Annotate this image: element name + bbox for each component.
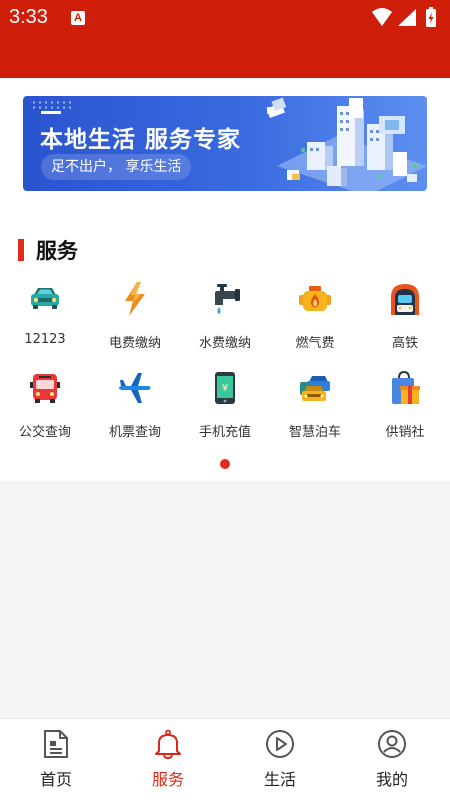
- section-accent-bar: [18, 239, 24, 261]
- service-gas[interactable]: 燃气费: [270, 281, 360, 361]
- signal-icon: [398, 9, 416, 26]
- banner-title: 本地生活 服务专家: [40, 127, 242, 153]
- car-icon: [31, 288, 59, 309]
- bell-icon: [155, 729, 181, 759]
- high-speed-train-icon: [391, 284, 419, 315]
- wifi-icon: [372, 8, 392, 26]
- service-label: 电费缴纳: [108, 336, 161, 351]
- bottom-tab-bar: 首页 服务 生活 我的: [0, 718, 450, 800]
- tab-life[interactable]: 生活: [224, 719, 336, 800]
- service-smart-parking[interactable]: 智慧泊车: [270, 370, 360, 450]
- system-status-icons: [372, 7, 436, 27]
- tab-home[interactable]: 首页: [0, 719, 112, 800]
- promo-banner[interactable]: 本地生活 服务专家 足不出户， 享乐生活: [23, 96, 427, 191]
- battery-charging-icon: [426, 7, 436, 27]
- tab-mine[interactable]: 我的: [336, 719, 448, 800]
- water-tap-icon: [215, 284, 240, 314]
- notification-a-icon: A: [71, 11, 85, 25]
- service-electricity[interactable]: 电费缴纳: [90, 281, 180, 361]
- smart-city-illustration: [267, 97, 427, 191]
- service-flight-query[interactable]: 机票查询: [90, 370, 180, 450]
- airplane-icon: [119, 373, 151, 403]
- tab-label: 生活: [263, 770, 296, 789]
- service-bus-query[interactable]: 公交查询: [0, 370, 90, 450]
- service-label: 高铁: [391, 336, 418, 351]
- service-label: 智慧泊车: [288, 425, 341, 440]
- services-page: 本地生活 服务专家 足不出户， 享乐生活 服务 12123 电费缴纳 水费缴纳 …: [0, 78, 450, 481]
- banner-dot-pattern: [31, 100, 71, 110]
- tab-label: 我的: [375, 770, 408, 789]
- shopping-gift-icon: [392, 370, 420, 404]
- banner-title-dash: [41, 111, 61, 114]
- status-bar: 3:33 A: [0, 0, 450, 78]
- service-label: 供销社: [385, 425, 425, 440]
- parking-cars-icon: [300, 376, 330, 401]
- service-label: 手机充值: [198, 425, 251, 440]
- user-circle-icon: [378, 730, 406, 758]
- section-title: 服务: [36, 239, 78, 263]
- phone-recharge-icon: ¥: [215, 372, 235, 404]
- service-label: 燃气费: [295, 336, 335, 351]
- service-12123[interactable]: 12123: [0, 281, 90, 361]
- service-high-speed-rail[interactable]: 高铁: [360, 281, 450, 361]
- svg-text:¥: ¥: [222, 383, 228, 394]
- tab-services[interactable]: 服务: [112, 719, 224, 800]
- bus-icon: [30, 374, 60, 403]
- service-label: 水费缴纳: [198, 336, 251, 351]
- tab-label: 服务: [151, 770, 184, 789]
- tab-label: 首页: [39, 770, 72, 789]
- service-label: 公交查询: [18, 425, 71, 440]
- page-indicator-dot: [220, 459, 230, 469]
- satellite-icon: [267, 97, 287, 118]
- service-label: 12123: [24, 332, 66, 347]
- document-icon: [44, 730, 68, 758]
- gas-flame-icon: [299, 286, 331, 311]
- banner-subtitle: 足不出户， 享乐生活: [41, 154, 192, 180]
- play-circle-icon: [266, 730, 294, 758]
- status-time: 3:33: [9, 6, 48, 28]
- service-label: 机票查询: [108, 425, 161, 440]
- service-supply-coop[interactable]: 供销社: [360, 370, 450, 450]
- service-phone-recharge[interactable]: ¥ 手机充值: [180, 370, 270, 450]
- lightning-icon: [125, 282, 145, 316]
- service-water[interactable]: 水费缴纳: [180, 281, 270, 361]
